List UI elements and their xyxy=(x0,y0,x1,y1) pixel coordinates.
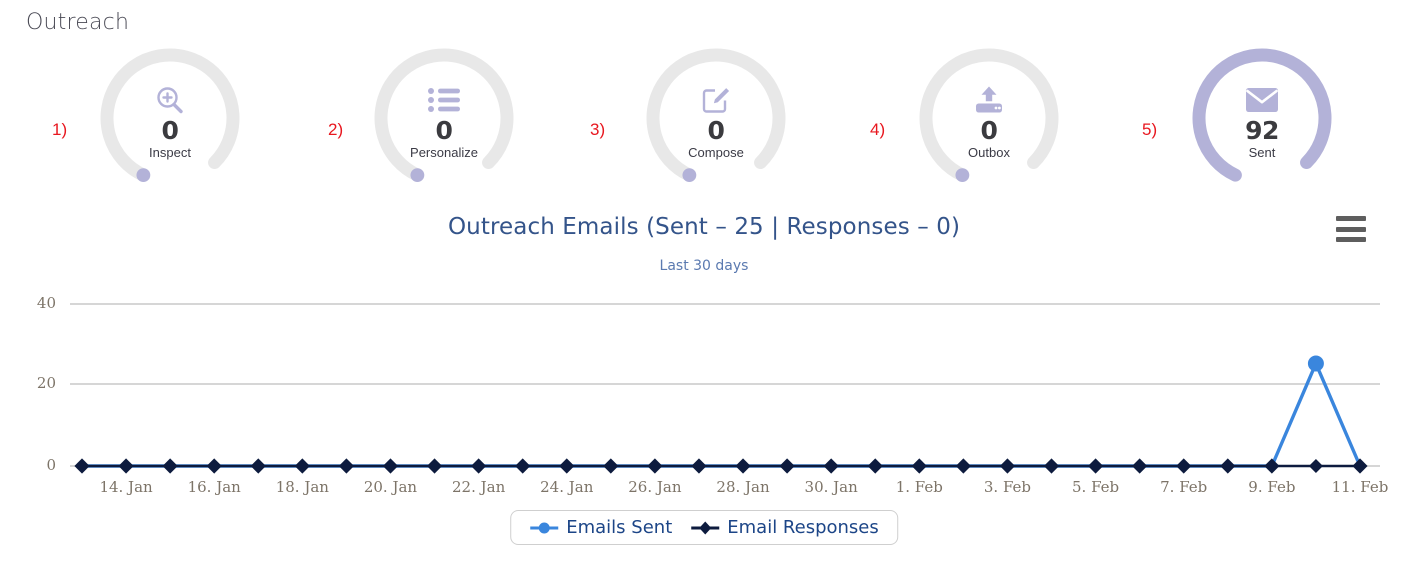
gauge-value: 92 xyxy=(1245,116,1279,145)
gauge-value: 0 xyxy=(707,116,725,145)
legend-item-emails-sent[interactable]: Emails Sent xyxy=(529,517,672,538)
gauge-label: Outbox xyxy=(968,145,1010,160)
legend-label: Email Responses xyxy=(727,517,879,538)
gauge-sent[interactable]: 92 Sent xyxy=(1182,38,1342,198)
x-axis-tick-14: 11. Feb xyxy=(1331,478,1389,496)
envelope-icon xyxy=(1244,83,1280,117)
magnifier-plus-icon xyxy=(152,83,188,117)
gauge-step-number-1: 1) xyxy=(52,120,68,139)
gauge-content-sent: 92 Sent xyxy=(1182,38,1342,198)
gauge-step-number-4: 4) xyxy=(870,120,886,139)
gauge-value: 0 xyxy=(980,116,998,145)
y-axis-tick-0: 0 xyxy=(46,456,56,474)
gauge-label: Compose xyxy=(688,145,744,160)
gauge-outbox[interactable]: 0 Outbox xyxy=(909,38,1069,198)
gauge-compose[interactable]: 0 Compose xyxy=(636,38,796,198)
pipeline-gauge-strip: 1) 0 Inspect 2) 0 Personalize 3) 0 Compo… xyxy=(0,38,1408,198)
gauge-step-number-5: 5) xyxy=(1142,120,1158,139)
gauge-content-compose: 0 Compose xyxy=(636,38,796,198)
gauge-content-personalize: 0 Personalize xyxy=(364,38,524,198)
gauge-content-inspect: 0 Inspect xyxy=(90,38,250,198)
legend-label: Emails Sent xyxy=(566,517,673,538)
gauge-content-outbox: 0 Outbox xyxy=(909,38,1069,198)
legend-swatch-diamond xyxy=(691,521,720,534)
outreach-emails-chart: Outreach Emails (Sent – 25 | Responses –… xyxy=(0,200,1408,561)
y-axis-tick-40: 40 xyxy=(36,294,56,312)
list-icon xyxy=(426,83,462,117)
gauge-step-number-2: 2) xyxy=(328,120,344,139)
page-title: Outreach xyxy=(26,10,130,35)
hamburger-menu-icon[interactable] xyxy=(1336,216,1366,242)
gauge-label: Sent xyxy=(1248,145,1276,160)
legend-swatch-circle xyxy=(530,522,559,533)
gauge-personalize[interactable]: 0 Personalize xyxy=(364,38,524,198)
menu-bar-2 xyxy=(1336,226,1366,232)
gauge-label: Inspect xyxy=(149,145,191,160)
legend-item-email-responses[interactable]: Email Responses xyxy=(690,517,879,538)
outbox-upload-icon xyxy=(971,83,1007,117)
menu-bar-1 xyxy=(1336,216,1366,221)
gauge-label: Personalize xyxy=(410,145,478,160)
compose-pencil-icon xyxy=(698,83,734,117)
gauge-value: 0 xyxy=(161,116,179,145)
chart-plot-area xyxy=(0,200,1408,561)
chart-legend: Emails Sent Email Responses xyxy=(510,510,898,545)
y-axis-tick-20: 20 xyxy=(36,374,56,392)
outreach-dashboard: Outreach 1) 0 Inspect 2) 0 Personalize 3… xyxy=(0,0,1408,561)
gauge-inspect[interactable]: 0 Inspect xyxy=(90,38,250,198)
menu-bar-3 xyxy=(1336,237,1366,242)
gauge-step-number-3: 3) xyxy=(590,120,606,139)
gauge-value: 0 xyxy=(435,116,453,145)
